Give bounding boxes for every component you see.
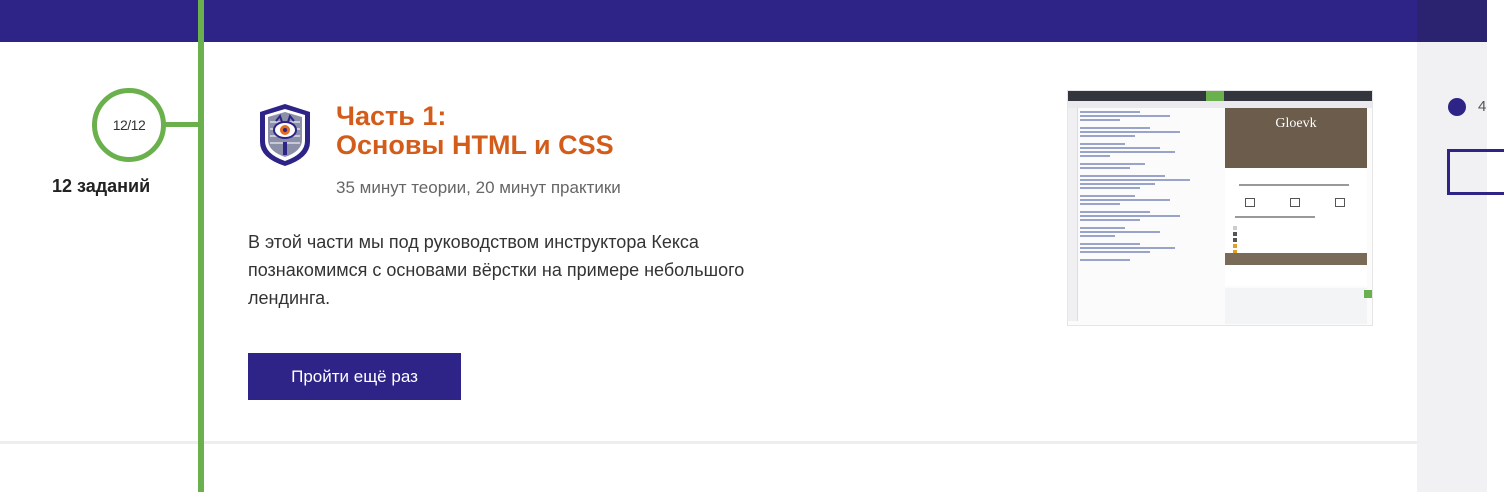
preview-code-line	[1080, 199, 1170, 201]
progress-ring: 12/12	[92, 88, 166, 162]
preview-code-line	[1080, 127, 1150, 129]
preview-code-line	[1080, 259, 1130, 261]
lesson-duration: 35 минут теории, 20 минут практики	[336, 178, 621, 197]
preview-code-line	[1080, 175, 1165, 177]
lesson-description: В этой части мы под руководством инструк…	[248, 232, 745, 308]
preview-code-line	[1080, 163, 1145, 165]
preview-icons	[1245, 198, 1345, 210]
preview-check-button	[1364, 290, 1372, 298]
keks-badge-icon	[260, 104, 310, 166]
preview-code-line	[1080, 135, 1135, 137]
tasks-count: 12 заданий	[52, 176, 151, 196]
lesson-title: Часть 1: Основы HTML и CSS	[336, 102, 614, 160]
preview-code-line	[1080, 219, 1140, 221]
preview-code-line	[1080, 195, 1135, 197]
lesson-title-line2: Основы HTML и CSS	[336, 130, 614, 160]
timeline-connector	[163, 122, 201, 127]
preview-code-line	[1080, 251, 1150, 253]
preview-check	[1233, 238, 1237, 242]
lesson-title-line1: Часть 1:	[336, 101, 447, 131]
preview-code-line	[1080, 215, 1180, 217]
preview-code-line	[1080, 235, 1115, 237]
timeline-line	[198, 0, 204, 492]
preview-code-line	[1080, 203, 1120, 205]
lesson-preview-image[interactable]: Gloevk	[1067, 90, 1373, 326]
preview-gutter	[1068, 108, 1078, 321]
preview-console	[1225, 288, 1367, 324]
preview-site: Gloevk	[1225, 108, 1367, 286]
preview-run-indicator	[1206, 91, 1224, 101]
preview-site-title: Gloevk	[1275, 116, 1317, 131]
preview-code-line	[1080, 247, 1175, 249]
retry-button[interactable]: Пройти ещё раз	[248, 353, 461, 400]
preview-code-line	[1080, 155, 1110, 157]
preview-code-line	[1080, 115, 1170, 117]
preview-code-line	[1080, 147, 1160, 149]
preview-code	[1080, 111, 1220, 263]
preview-hero: Gloevk	[1225, 108, 1367, 168]
preview-code-line	[1080, 111, 1140, 113]
preview-code-line	[1080, 167, 1130, 169]
preview-code-line	[1080, 119, 1120, 121]
page-edge	[1487, 0, 1504, 492]
preview-code-line	[1080, 211, 1150, 213]
preview-code-line	[1080, 183, 1155, 185]
top-banner-right	[1417, 0, 1487, 42]
preview-code-line	[1080, 179, 1190, 181]
preview-code-line	[1080, 143, 1125, 145]
preview-code-line	[1080, 231, 1160, 233]
side-number: 4	[1478, 98, 1487, 115]
preview-heading-line	[1239, 184, 1349, 186]
preview-heading-line	[1235, 216, 1315, 218]
preview-check	[1233, 244, 1237, 248]
preview-check	[1233, 232, 1237, 236]
preview-code-line	[1080, 243, 1140, 245]
preview-code-line	[1080, 227, 1125, 229]
preview-check	[1233, 226, 1237, 230]
preview-tabs	[1068, 101, 1372, 108]
preview-code-line	[1080, 187, 1140, 189]
side-outline-button[interactable]	[1447, 149, 1504, 195]
side-bullet-icon	[1448, 98, 1466, 116]
top-banner	[0, 0, 1417, 42]
progress-label: 12/12	[112, 117, 146, 133]
preview-code-line	[1080, 151, 1175, 153]
preview-footer-band	[1225, 253, 1367, 265]
section-divider	[0, 441, 1417, 444]
preview-code-line	[1080, 131, 1180, 133]
